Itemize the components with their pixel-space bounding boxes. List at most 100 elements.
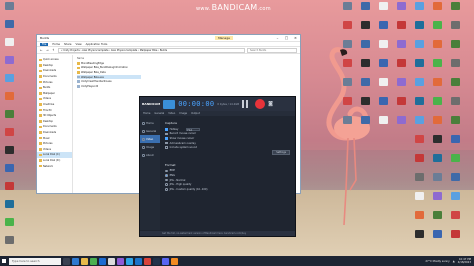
discord-icon[interactable] [162, 257, 169, 265]
desktop-shortcut[interactable] [338, 78, 356, 87]
desktop-shortcut[interactable] [410, 211, 428, 220]
sidebar-item[interactable]: Image [140, 143, 160, 151]
forward-arrow-icon[interactable]: → [46, 48, 50, 52]
checkbox[interactable] [165, 137, 168, 140]
file-row[interactable]: UnityPlayer.dll [77, 84, 296, 89]
desktop-shortcut[interactable] [0, 20, 18, 29]
desktop-shortcut[interactable] [374, 78, 392, 87]
taskbar-search-input[interactable]: Type here to search [9, 257, 61, 265]
desktop-shortcut[interactable] [374, 97, 392, 106]
desktop-shortcut[interactable] [410, 154, 428, 163]
desktop-shortcut[interactable] [428, 116, 446, 125]
desktop-shortcut[interactable] [392, 59, 410, 68]
steam-icon[interactable] [153, 257, 160, 265]
desktop-shortcut[interactable] [446, 59, 464, 68]
explorer-icon[interactable] [81, 257, 88, 265]
desktop-shortcut[interactable] [446, 154, 464, 163]
desktop-shortcut[interactable] [410, 135, 428, 144]
subbar-item[interactable]: Image [179, 112, 187, 115]
radio-button[interactable] [165, 187, 168, 191]
ribbon-tab-file[interactable]: File [40, 42, 49, 46]
desktop-shortcut[interactable] [356, 21, 374, 30]
mail-icon[interactable] [135, 257, 142, 265]
desktop-shortcut[interactable] [0, 128, 18, 137]
desktop-shortcut[interactable] [410, 21, 428, 30]
desktop-shortcut[interactable] [410, 173, 428, 182]
desktop-shortcut[interactable] [410, 230, 428, 239]
desktop-shortcut[interactable] [446, 230, 464, 239]
desktop-shortcut[interactable] [338, 116, 356, 125]
subbar-item[interactable]: General [154, 112, 164, 115]
maximize-icon[interactable]: □ [282, 36, 291, 40]
radio-button[interactable] [165, 178, 168, 182]
desktop-shortcut[interactable] [410, 40, 428, 49]
desktop-shortcut[interactable] [392, 97, 410, 106]
desktop-shortcut[interactable] [410, 192, 428, 201]
desktop-shortcut[interactable] [0, 218, 18, 227]
vlc-icon[interactable] [171, 257, 178, 265]
chrome-icon[interactable] [90, 257, 97, 265]
desktop-shortcut[interactable] [374, 2, 392, 11]
radio-button[interactable] [165, 183, 168, 186]
desktop-shortcut[interactable] [410, 59, 428, 68]
ribbon-tab-home[interactable]: Home [52, 43, 60, 46]
desktop-shortcut[interactable] [428, 230, 446, 239]
desktop-shortcut[interactable] [0, 236, 18, 245]
desktop-shortcut[interactable] [0, 146, 18, 155]
desktop-shortcut[interactable] [392, 116, 410, 125]
desktop-shortcut[interactable] [338, 2, 356, 11]
ribbon-tab-application-tools[interactable]: Application Tools [86, 43, 108, 46]
desktop-shortcut[interactable] [356, 40, 374, 49]
unity-icon[interactable] [108, 257, 115, 265]
desktop-shortcut[interactable] [428, 135, 446, 144]
desktop-shortcut[interactable] [428, 78, 446, 87]
sidebar-item[interactable]: Video [140, 135, 160, 143]
desktop-shortcut[interactable] [0, 92, 18, 101]
desktop-shortcut[interactable] [410, 97, 428, 106]
desktop-shortcut[interactable] [338, 59, 356, 68]
hotkey-field[interactable]: F12 [186, 127, 201, 132]
sidebar-item[interactable]: General [140, 127, 160, 135]
desktop-shortcut[interactable] [410, 78, 428, 87]
up-arrow-icon[interactable]: ↑ [52, 48, 56, 52]
desktop-shortcut[interactable] [0, 182, 18, 191]
desktop-shortcut[interactable] [338, 21, 356, 30]
bandicam-icon[interactable] [144, 257, 151, 265]
vs-icon[interactable] [117, 257, 124, 265]
desktop-shortcut[interactable] [356, 59, 374, 68]
desktop-shortcut[interactable] [428, 40, 446, 49]
record-button[interactable] [255, 99, 266, 109]
desktop-shortcut[interactable] [446, 40, 464, 49]
desktop-shortcut[interactable] [0, 38, 18, 47]
desktop-shortcut[interactable] [446, 211, 464, 220]
desktop-shortcut[interactable] [392, 78, 410, 87]
weather-widget[interactable]: 27°C Mostly sunny [425, 260, 449, 263]
desktop-shortcut[interactable] [410, 2, 428, 11]
desktop-shortcut[interactable] [446, 97, 464, 106]
desktop-shortcut[interactable] [338, 97, 356, 106]
radio-button[interactable] [165, 174, 168, 177]
pause-icon[interactable] [242, 100, 249, 108]
desktop-shortcut[interactable] [446, 2, 464, 11]
nav-item[interactable]: Network [37, 163, 72, 169]
search-input[interactable]: Search Builds [247, 47, 297, 53]
photoshop-icon[interactable] [126, 257, 133, 265]
desktop-shortcut[interactable] [374, 116, 392, 125]
desktop-shortcut[interactable] [446, 21, 464, 30]
desktop-shortcut[interactable] [356, 2, 374, 11]
desktop-shortcut[interactable] [428, 173, 446, 182]
address-path[interactable]: « Unity Projects › Alex Physics template… [58, 47, 245, 53]
desktop-shortcut[interactable] [428, 97, 446, 106]
ribbon-tab-share[interactable]: Share [64, 43, 72, 46]
checkbox[interactable] [165, 146, 168, 149]
desktop-shortcut[interactable] [446, 192, 464, 201]
task-view-icon[interactable] [63, 257, 70, 265]
desktop-shortcut[interactable] [0, 110, 18, 119]
desktop-shortcut[interactable] [428, 211, 446, 220]
sidebar-item[interactable]: About [140, 151, 160, 159]
desktop-shortcut[interactable] [374, 40, 392, 49]
desktop-shortcut[interactable] [428, 59, 446, 68]
desktop-shortcut[interactable] [374, 59, 392, 68]
desktop-shortcut[interactable] [338, 40, 356, 49]
checkbox[interactable] [165, 141, 168, 145]
